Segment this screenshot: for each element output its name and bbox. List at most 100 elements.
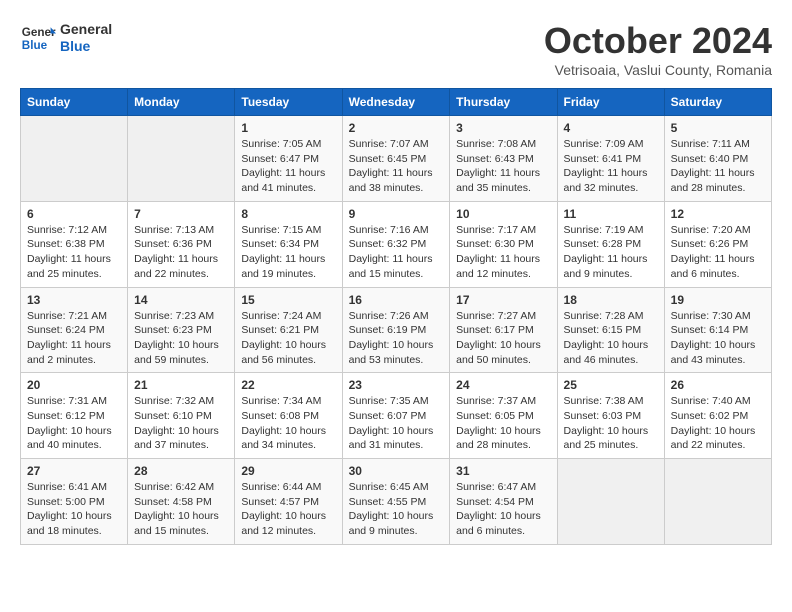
calendar-table: SundayMondayTuesdayWednesdayThursdayFrid… [20,88,772,545]
calendar-cell: 18Sunrise: 7:28 AM Sunset: 6:15 PM Dayli… [557,287,664,373]
calendar-cell: 12Sunrise: 7:20 AM Sunset: 6:26 PM Dayli… [664,201,771,287]
weekday-header-tuesday: Tuesday [235,89,342,116]
day-info: Sunrise: 7:31 AM Sunset: 6:12 PM Dayligh… [27,394,121,453]
calendar-cell [664,459,771,545]
day-number: 29 [241,464,335,478]
day-number: 18 [564,293,658,307]
weekday-header-saturday: Saturday [664,89,771,116]
day-number: 15 [241,293,335,307]
day-number: 11 [564,207,658,221]
calendar-cell: 15 Sunrise: 7:24 AM Sunset: 6:21 PM Dayli… [235,287,342,373]
day-info: Sunrise: 6:42 AM Sunset: 4:58 PM Dayligh… [134,480,228,539]
logo-line1: General [60,21,112,38]
calendar-cell: 28 Sunrise: 6:42 AM Sunset: 4:58 PM Dayli… [128,459,235,545]
day-info: Sunrise: 7:34 AM Sunset: 6:08 PM Dayligh… [241,394,335,453]
day-info: Sunrise: 7:19 AM Sunset: 6:28 PM Dayligh… [564,223,658,282]
calendar-cell: 30 Sunrise: 6:45 AM Sunset: 4:55 PM Dayli… [342,459,450,545]
day-number: 30 [349,464,444,478]
svg-text:Blue: Blue [22,39,48,52]
day-info: Sunrise: 7:26 AM Sunset: 6:19 PM Dayligh… [349,309,444,368]
day-number: 5 [671,121,765,135]
day-number: 22 [241,378,335,392]
calendar-cell: 3 Sunrise: 7:08 AM Sunset: 6:43 PM Daylig… [450,116,557,202]
day-info: Sunrise: 7:38 AM Sunset: 6:03 PM Dayligh… [564,394,658,453]
day-info: Sunrise: 7:15 AM Sunset: 6:34 PM Dayligh… [241,223,335,282]
calendar-cell: 7 Sunrise: 7:13 AM Sunset: 6:36 PM Daylig… [128,201,235,287]
weekday-header-monday: Monday [128,89,235,116]
day-info: Sunrise: 7:30 AM Sunset: 6:14 PM Dayligh… [671,309,765,368]
day-info: Sunrise: 7:07 AM Sunset: 6:45 PM Dayligh… [349,137,444,196]
calendar-cell: 19 Sunrise: 7:30 AM Sunset: 6:14 PM Dayli… [664,287,771,373]
calendar-cell: 29 Sunrise: 6:44 AM Sunset: 4:57 PM Dayli… [235,459,342,545]
calendar-cell: 13 Sunrise: 7:21 AM Sunset: 6:24 PM Dayli… [21,287,128,373]
day-number: 10 [456,207,550,221]
calendar-cell: 20 Sunrise: 7:31 AM Sunset: 6:12 PM Dayli… [21,373,128,459]
day-info: Sunrise: 7:20 AM Sunset: 6:26 PM Dayligh… [671,223,765,282]
calendar-cell: 10 Sunrise: 7:17 AM Sunset: 6:30 PM Dayli… [450,201,557,287]
calendar-week-row: 27 Sunrise: 6:41 AM Sunset: 5:00 PM Dayli… [21,459,772,545]
weekday-header-sunday: Sunday [21,89,128,116]
calendar-cell: 27 Sunrise: 6:41 AM Sunset: 5:00 PM Dayli… [21,459,128,545]
calendar-cell: 14 Sunrise: 7:23 AM Sunset: 6:23 PM Dayli… [128,287,235,373]
day-number: 24 [456,378,550,392]
day-info: Sunrise: 7:21 AM Sunset: 6:24 PM Dayligh… [27,309,121,368]
calendar-cell: 9Sunrise: 7:16 AM Sunset: 6:32 PM Daylig… [342,201,450,287]
day-number: 3 [456,121,550,135]
day-info: Sunrise: 7:40 AM Sunset: 6:02 PM Dayligh… [671,394,765,453]
calendar-week-row: 6 Sunrise: 7:12 AM Sunset: 6:38 PM Daylig… [21,201,772,287]
day-info: Sunrise: 7:11 AM Sunset: 6:40 PM Dayligh… [671,137,765,196]
calendar-cell: 31 Sunrise: 6:47 AM Sunset: 4:54 PM Dayli… [450,459,557,545]
day-number: 27 [27,464,121,478]
day-info: Sunrise: 6:47 AM Sunset: 4:54 PM Dayligh… [456,480,550,539]
calendar-week-row: 20 Sunrise: 7:31 AM Sunset: 6:12 PM Dayli… [21,373,772,459]
day-number: 26 [671,378,765,392]
weekday-header-thursday: Thursday [450,89,557,116]
day-info: Sunrise: 7:17 AM Sunset: 6:30 PM Dayligh… [456,223,550,282]
day-info: Sunrise: 7:12 AM Sunset: 6:38 PM Dayligh… [27,223,121,282]
calendar-cell: 6 Sunrise: 7:12 AM Sunset: 6:38 PM Daylig… [21,201,128,287]
day-number: 20 [27,378,121,392]
day-number: 7 [134,207,228,221]
calendar-cell [21,116,128,202]
calendar-cell: 1 Sunrise: 7:05 AM Sunset: 6:47 PM Daylig… [235,116,342,202]
calendar-cell: 26 Sunrise: 7:40 AM Sunset: 6:02 PM Dayli… [664,373,771,459]
day-number: 21 [134,378,228,392]
calendar-cell: 24 Sunrise: 7:37 AM Sunset: 6:05 PM Dayli… [450,373,557,459]
day-number: 9 [349,207,444,221]
calendar-cell: 17Sunrise: 7:27 AM Sunset: 6:17 PM Dayli… [450,287,557,373]
day-number: 14 [134,293,228,307]
day-number: 23 [349,378,444,392]
day-number: 8 [241,207,335,221]
day-number: 6 [27,207,121,221]
page-header: General Blue General Blue October 2024 V… [20,20,772,78]
day-number: 25 [564,378,658,392]
day-info: Sunrise: 7:23 AM Sunset: 6:23 PM Dayligh… [134,309,228,368]
day-info: Sunrise: 7:24 AM Sunset: 6:21 PM Dayligh… [241,309,335,368]
weekday-header-wednesday: Wednesday [342,89,450,116]
day-info: Sunrise: 7:27 AM Sunset: 6:17 PM Dayligh… [456,309,550,368]
calendar-cell: 11 Sunrise: 7:19 AM Sunset: 6:28 PM Dayli… [557,201,664,287]
day-info: Sunrise: 7:08 AM Sunset: 6:43 PM Dayligh… [456,137,550,196]
logo-line2: Blue [60,38,112,55]
logo-icon: General Blue [20,20,56,56]
day-number: 2 [349,121,444,135]
day-info: Sunrise: 7:05 AM Sunset: 6:47 PM Dayligh… [241,137,335,196]
day-info: Sunrise: 6:44 AM Sunset: 4:57 PM Dayligh… [241,480,335,539]
day-info: Sunrise: 6:45 AM Sunset: 4:55 PM Dayligh… [349,480,444,539]
title-block: October 2024 Vetrisoaia, Vaslui County, … [544,20,772,78]
day-number: 13 [27,293,121,307]
calendar-cell [557,459,664,545]
calendar-cell: 21 Sunrise: 7:32 AM Sunset: 6:10 PM Dayli… [128,373,235,459]
day-info: Sunrise: 7:13 AM Sunset: 6:36 PM Dayligh… [134,223,228,282]
day-number: 28 [134,464,228,478]
day-info: Sunrise: 6:41 AM Sunset: 5:00 PM Dayligh… [27,480,121,539]
day-number: 31 [456,464,550,478]
calendar-week-row: 1 Sunrise: 7:05 AM Sunset: 6:47 PM Daylig… [21,116,772,202]
weekday-header-friday: Friday [557,89,664,116]
day-number: 1 [241,121,335,135]
day-info: Sunrise: 7:37 AM Sunset: 6:05 PM Dayligh… [456,394,550,453]
day-info: Sunrise: 7:32 AM Sunset: 6:10 PM Dayligh… [134,394,228,453]
calendar-cell: 8 Sunrise: 7:15 AM Sunset: 6:34 PM Daylig… [235,201,342,287]
day-number: 19 [671,293,765,307]
day-number: 4 [564,121,658,135]
